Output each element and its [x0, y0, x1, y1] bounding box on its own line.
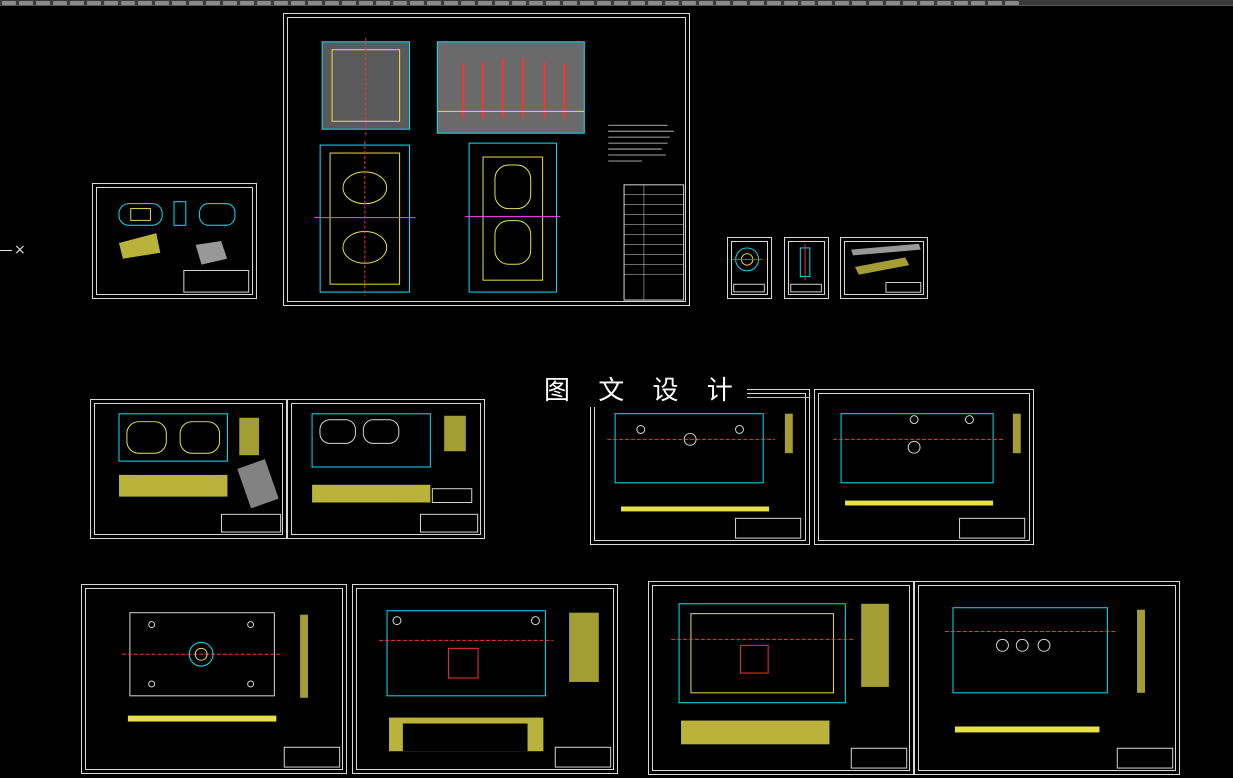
part-drawing	[607, 413, 802, 539]
toolbar-button[interactable]	[631, 0, 645, 5]
toolbar-button[interactable]	[291, 0, 305, 5]
toolbar-button[interactable]	[682, 0, 696, 5]
sheet-cavity-2[interactable]	[287, 399, 485, 539]
toolbar-button[interactable]	[325, 0, 339, 5]
toolbar-button[interactable]	[665, 0, 679, 5]
toolbar-button[interactable]	[2, 0, 16, 5]
toolbar-button[interactable]	[410, 0, 424, 5]
toolbar-button[interactable]	[971, 0, 985, 5]
sheet-plate-2[interactable]	[814, 389, 1034, 545]
toolbar-button[interactable]	[376, 0, 390, 5]
toolbar-button[interactable]	[121, 0, 135, 5]
sheet-plate-1[interactable]	[590, 389, 810, 545]
part-drawing	[379, 610, 612, 768]
toolbar-button[interactable]	[937, 0, 951, 5]
toolbar-button[interactable]	[274, 0, 288, 5]
toolbar-button[interactable]	[716, 0, 730, 5]
part-drawing	[671, 603, 908, 769]
part-drawing	[790, 244, 822, 293]
toolbar-button[interactable]	[512, 0, 526, 5]
sheet-plate-5[interactable]	[648, 581, 914, 775]
toolbar-button[interactable]	[869, 0, 883, 5]
toolbar-button[interactable]	[308, 0, 322, 5]
sheet-plate-6[interactable]	[914, 581, 1180, 775]
toolbar-button[interactable]	[393, 0, 407, 5]
toolbar-button[interactable]	[427, 0, 441, 5]
part-drawing	[945, 607, 1174, 769]
toolbar-button[interactable]	[104, 0, 118, 5]
toolbar-button[interactable]	[495, 0, 509, 5]
toolbar-button[interactable]	[597, 0, 611, 5]
toolbar-button[interactable]	[903, 0, 917, 5]
toolbar-button[interactable]	[206, 0, 220, 5]
sheet-main-assembly[interactable]	[283, 13, 690, 306]
sheet-plate-3[interactable]	[81, 584, 347, 774]
toolbar-button[interactable]	[784, 0, 798, 5]
toolbar-button[interactable]	[342, 0, 356, 5]
toolbar-button[interactable]	[733, 0, 747, 5]
sheet-cavity-1[interactable]	[90, 399, 287, 539]
toolbar-button[interactable]	[257, 0, 271, 5]
toolbar-button[interactable]	[648, 0, 662, 5]
sheet-part-2[interactable]	[727, 237, 772, 299]
toolbar-button[interactable]	[223, 0, 237, 5]
toolbar-button[interactable]	[835, 0, 849, 5]
toolbar-button[interactable]	[53, 0, 67, 5]
toolbar-button[interactable]	[478, 0, 492, 5]
toolbar-button[interactable]	[920, 0, 934, 5]
sheet-plate-4[interactable]	[352, 584, 618, 774]
toolbar-button[interactable]	[461, 0, 475, 5]
toolbar-button[interactable]	[172, 0, 186, 5]
part-drawing	[118, 413, 282, 533]
toolbar-button[interactable]	[818, 0, 832, 5]
sheet-part-3[interactable]	[784, 237, 829, 299]
toolbar-button[interactable]	[19, 0, 33, 5]
toolbar-button[interactable]	[563, 0, 577, 5]
assembly-drawing	[314, 37, 685, 301]
toolbar-button[interactable]	[189, 0, 203, 5]
sheet-part-1[interactable]	[92, 183, 257, 299]
toolbar-button[interactable]	[138, 0, 152, 5]
watermark-text: 图 文 设 计	[540, 370, 747, 407]
cad-toolbar	[0, 0, 1233, 6]
toolbar-button[interactable]	[155, 0, 169, 5]
toolbar-button[interactable]	[954, 0, 968, 5]
part-drawing	[833, 413, 1026, 539]
toolbar-button[interactable]	[444, 0, 458, 5]
toolbar-button[interactable]	[546, 0, 560, 5]
toolbar-button[interactable]	[801, 0, 815, 5]
toolbar-button[interactable]	[988, 0, 1002, 5]
toolbar-button[interactable]	[70, 0, 84, 5]
part-drawing	[311, 413, 479, 533]
toolbar-button[interactable]	[529, 0, 543, 5]
crosshair-icon: ×	[0, 240, 30, 260]
toolbar-button[interactable]	[767, 0, 781, 5]
toolbar-button[interactable]	[886, 0, 900, 5]
toolbar-button[interactable]	[699, 0, 713, 5]
toolbar-button[interactable]	[750, 0, 764, 5]
toolbar-button[interactable]	[359, 0, 373, 5]
toolbar-button[interactable]	[1005, 0, 1019, 5]
part-drawing	[118, 201, 250, 293]
toolbar-button[interactable]	[614, 0, 628, 5]
toolbar-button[interactable]	[852, 0, 866, 5]
part-drawing	[121, 612, 341, 768]
part-drawing	[851, 243, 922, 293]
toolbar-button[interactable]	[87, 0, 101, 5]
toolbar-button[interactable]	[580, 0, 594, 5]
toolbar-button[interactable]	[36, 0, 50, 5]
toolbar-button[interactable]	[240, 0, 254, 5]
part-drawing	[731, 247, 765, 293]
sheet-part-4[interactable]	[840, 237, 928, 299]
